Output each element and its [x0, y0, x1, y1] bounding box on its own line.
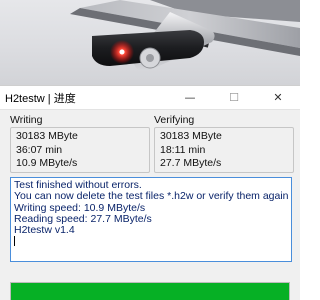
log-caret-line: [14, 236, 288, 248]
usb-photo-backdrop: [0, 0, 300, 85]
log-line: H2testw v1.4: [14, 225, 75, 237]
title-bar[interactable]: H2testw | 进度 — ☐ ✕: [0, 86, 300, 110]
window-title: H2testw | 进度: [5, 92, 76, 105]
verifying-time: 18:11 min: [160, 143, 206, 156]
writing-size: 30183 MByte: [16, 130, 78, 142]
writing-speed: 10.9 MByte/s: [16, 157, 78, 169]
verifying-size: 30183 MByte: [160, 130, 222, 142]
close-button[interactable]: ✕: [256, 86, 300, 110]
minimize-button[interactable]: —: [168, 86, 212, 110]
log-line: Reading speed: 27.7 MByte/s: [14, 213, 152, 225]
minimize-icon: —: [184, 91, 196, 104]
log-line: You can now delete the test files *.h2w …: [14, 191, 288, 203]
progress-fill: [11, 283, 289, 300]
verifying-box: 30183 MByte 18:11 min 27.7 MByte/s: [154, 127, 294, 173]
writing-header: Writing: [10, 114, 43, 126]
log-line: Writing speed: 10.9 MByte/s: [14, 202, 146, 214]
text-caret: [14, 236, 15, 247]
writing-box: 30183 MByte 36:07 min 10.9 MByte/s: [10, 127, 150, 173]
log-line: Test finished without errors.: [14, 180, 142, 191]
close-icon: ✕: [273, 91, 283, 104]
writing-group: Writing 30183 MByte 36:07 min 10.9 MByte…: [10, 114, 150, 173]
progress-bar: [10, 282, 290, 300]
verifying-speed: 27.7 MByte/s: [160, 157, 222, 169]
result-log[interactable]: Test finished without errors. You can no…: [10, 177, 292, 262]
maximize-button[interactable]: ☐: [212, 86, 256, 110]
usb-drive-photo: [70, 0, 300, 72]
h2testw-window: H2testw | 进度 — ☐ ✕ Writing 30183 MByte 3…: [0, 85, 300, 300]
verifying-group: Verifying 30183 MByte 18:11 min 27.7 MBy…: [154, 114, 294, 173]
writing-time: 36:07 min: [16, 143, 63, 156]
maximize-icon: ☐: [229, 91, 239, 104]
verifying-header: Verifying: [154, 114, 195, 126]
stats-area: Writing 30183 MByte 36:07 min 10.9 MByte…: [0, 110, 300, 173]
